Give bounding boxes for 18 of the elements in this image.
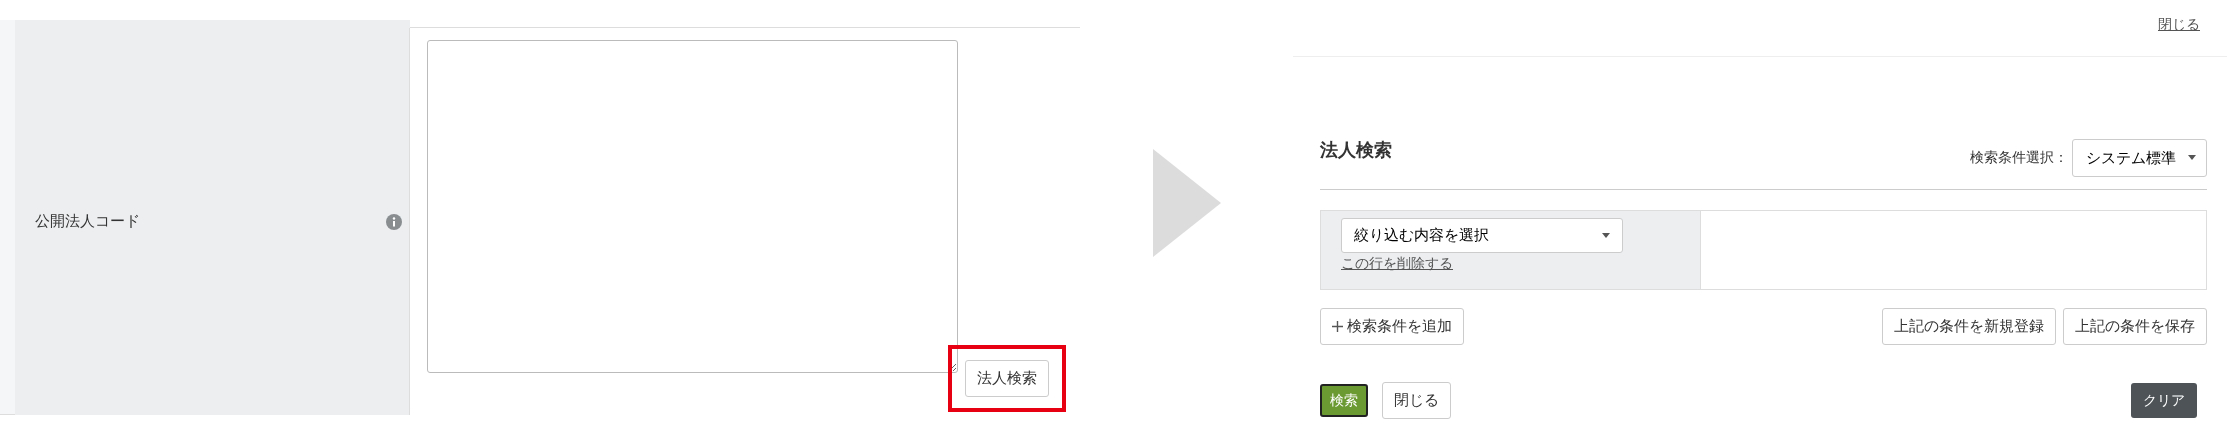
preset-label: 検索条件選択： bbox=[1970, 148, 2068, 167]
delete-row-link[interactable]: この行を削除する bbox=[1341, 252, 1453, 274]
filter-dropdown[interactable]: 絞り込む内容を選択 bbox=[1341, 218, 1623, 253]
save-button[interactable]: 上記の条件を保存 bbox=[2063, 308, 2207, 345]
corporate-search-button[interactable]: 法人検索 bbox=[965, 360, 1049, 397]
arrow-icon bbox=[1153, 149, 1221, 257]
plus-icon bbox=[1332, 321, 1343, 332]
register-button[interactable]: 上記の条件を新規登録 bbox=[1882, 308, 2056, 345]
info-icon[interactable] bbox=[386, 213, 402, 230]
preset-dropdown[interactable]: システム標準 bbox=[2072, 138, 2207, 177]
caret-icon bbox=[2188, 155, 2196, 161]
add-condition-button[interactable]: 検索条件を追加 bbox=[1320, 308, 1464, 345]
clear-button[interactable]: クリア bbox=[2131, 383, 2197, 418]
close-link[interactable]: 閉じる bbox=[2158, 13, 2200, 35]
dialog-title: 法人検索 bbox=[1320, 138, 1392, 162]
field-label: 公開法人コード bbox=[35, 211, 141, 233]
caret-icon bbox=[1602, 232, 1610, 238]
close-button[interactable]: 閉じる bbox=[1382, 382, 1451, 419]
